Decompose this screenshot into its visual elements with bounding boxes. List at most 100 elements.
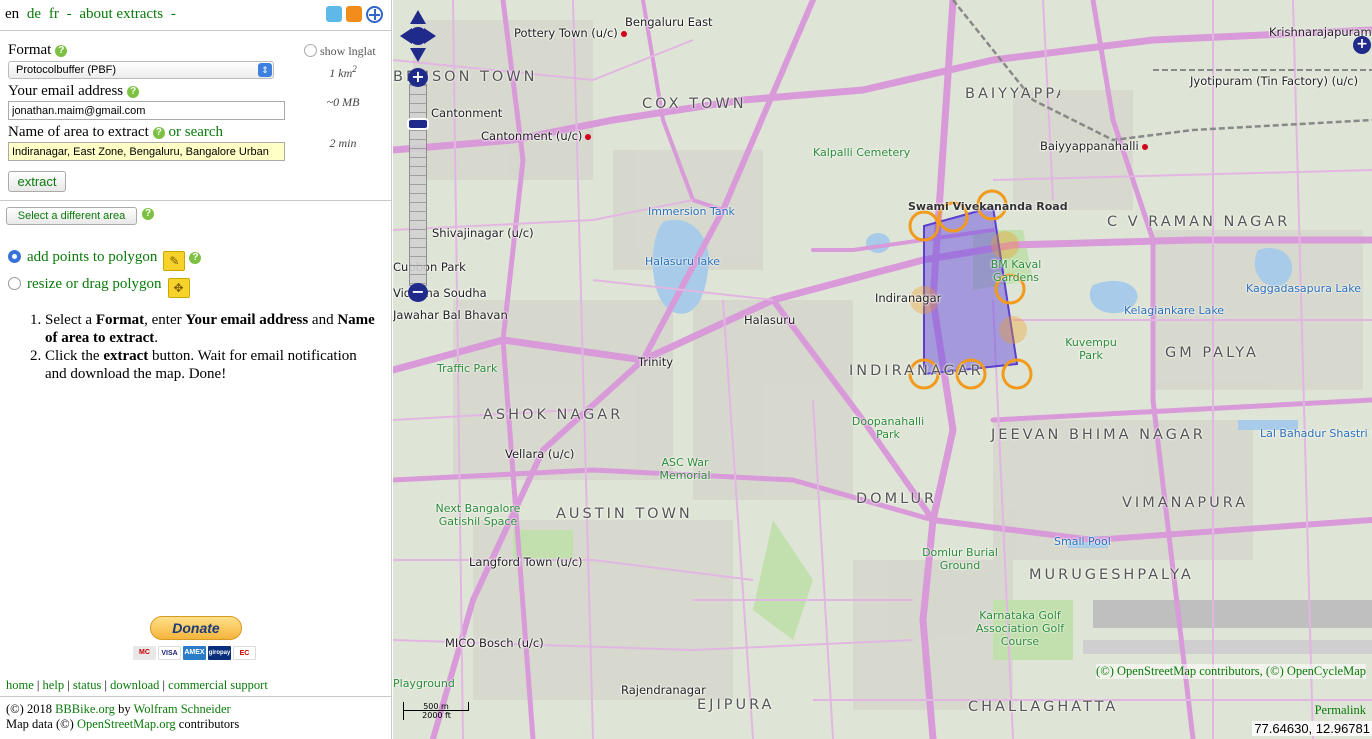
pan-right-icon[interactable] xyxy=(424,28,436,44)
lang-fr-link[interactable]: fr xyxy=(49,6,59,22)
water-label: Immersion Tank xyxy=(648,205,735,218)
or-search-link[interactable]: or search xyxy=(169,124,224,140)
district-label: DOMLUR xyxy=(856,491,938,507)
map-attribution: (©) OpenStreetMap contributors, (©) Open… xyxy=(1096,664,1366,679)
map-label: Cubbon Park xyxy=(393,260,466,274)
instructions-list: Select a Format, enter Your email addres… xyxy=(10,311,382,383)
lang-de-link[interactable]: de xyxy=(27,6,41,22)
map-canvas[interactable]: Bengaluru East Pottery Town (u/c) Krishn… xyxy=(393,0,1372,739)
mapdata-text: Map data (©) xyxy=(6,717,74,731)
format-label: Format? xyxy=(8,42,68,59)
giropay-icon: giropay xyxy=(208,646,231,660)
help-icon[interactable]: ? xyxy=(189,252,202,264)
step-bold: extract xyxy=(103,348,149,364)
park-label: Kalpalli Cemetery xyxy=(813,146,911,159)
select-different-area-button[interactable]: Select a different area xyxy=(6,207,137,225)
about-extracts-link[interactable]: about extracts xyxy=(79,6,163,22)
map-label: Langford Town (u/c) xyxy=(469,555,583,569)
zoom-out-button[interactable]: − xyxy=(408,283,428,302)
pan-left-icon[interactable] xyxy=(400,28,412,44)
radio-icon[interactable] xyxy=(304,44,317,57)
help-icon[interactable]: ? xyxy=(142,208,154,220)
by-text: by xyxy=(118,702,131,716)
help-icon[interactable]: ? xyxy=(152,127,165,139)
area-size-value: 1 km xyxy=(329,66,353,80)
email-field[interactable] xyxy=(8,101,285,120)
map-label: Cantonment (u/c) xyxy=(481,129,592,143)
zoom-track[interactable] xyxy=(409,84,427,286)
footer-links: home | help | status | download | commer… xyxy=(6,678,268,692)
permalink-link[interactable]: Permalink xyxy=(1315,703,1366,718)
file-size: ~0 MB xyxy=(326,95,360,109)
extract-button[interactable]: extract xyxy=(8,171,66,192)
show-lnglat-toggle[interactable]: show lnglat xyxy=(304,44,376,59)
sidebar: en de fr - about extracts - Format? show… xyxy=(0,0,392,739)
email-label: Your email address? xyxy=(8,83,140,100)
help-icon[interactable]: ? xyxy=(127,86,140,98)
pan-up-icon[interactable] xyxy=(410,10,426,24)
map-label: Halasuru xyxy=(744,313,796,327)
show-lnglat-label: show lnglat xyxy=(320,44,376,58)
layer-switcher-icon[interactable]: + xyxy=(1353,36,1371,54)
author-link[interactable]: Wolfram Schneider xyxy=(133,702,230,716)
bbbike-link[interactable]: BBBike.org xyxy=(55,702,115,716)
chevron-down-icon[interactable]: ⇕ xyxy=(258,63,272,77)
download-link[interactable]: download xyxy=(110,678,159,692)
osm-link[interactable]: OpenStreetMap.org xyxy=(77,717,176,731)
district-label: EJIPURA xyxy=(697,697,775,713)
zoom-slider-handle[interactable] xyxy=(407,118,429,130)
format-select[interactable]: Protocolbuffer (PBF) ⇕ xyxy=(8,61,274,79)
step-bold: Your email address xyxy=(185,312,309,328)
scale-metric: 500 m xyxy=(403,702,469,711)
area-name-label-text: Name of area to extract xyxy=(8,124,149,140)
pan-control xyxy=(400,10,436,62)
help-icon[interactable]: ? xyxy=(55,45,68,57)
social-icons xyxy=(326,6,383,23)
donate-button[interactable]: Donate xyxy=(150,616,242,640)
area-name-field[interactable] xyxy=(8,142,285,161)
osm-icon[interactable] xyxy=(366,6,383,23)
status-link[interactable]: status xyxy=(73,678,101,692)
ocm-attribution-link[interactable]: (©) OpenCycleMap xyxy=(1266,664,1366,678)
rss-icon[interactable] xyxy=(346,6,362,22)
park-label: BM Kaval Gardens xyxy=(990,258,1042,284)
map-label: Jyotipuram (Tin Factory) (u/c) xyxy=(1190,74,1359,88)
separator: - xyxy=(170,6,176,22)
map-label: Pottery Town (u/c) xyxy=(514,26,627,40)
osm-attribution-link[interactable]: (©) OpenStreetMap contributors xyxy=(1096,664,1260,678)
step-text: Select a xyxy=(45,312,96,328)
map-label: Bengaluru East xyxy=(625,15,713,29)
commercial-support-link[interactable]: commercial support xyxy=(168,678,268,692)
area-size: 1 km2 xyxy=(303,64,383,81)
step-text: and xyxy=(308,312,338,328)
step-text: . xyxy=(154,330,158,346)
resize-drag-option[interactable]: resize or drag polygon ✥ xyxy=(8,276,190,298)
district-label: C V RAMAN NAGAR xyxy=(1107,214,1291,230)
map-label: Trinity xyxy=(638,355,674,369)
help-link[interactable]: help xyxy=(43,678,65,692)
water-label: Kaggadasapura Lake xyxy=(1246,282,1361,295)
radio-icon[interactable] xyxy=(8,277,21,290)
payment-cards: MC VISA AMEX giropay EC xyxy=(133,646,256,660)
district-label: MURUGESHPALYA xyxy=(1029,567,1194,583)
park-label: Traffic Park xyxy=(437,362,498,375)
zoom-in-button[interactable]: + xyxy=(408,68,428,87)
water-label: Lal Bahadur Shastri C xyxy=(1260,427,1372,440)
map-label: Shivajinagar (u/c) xyxy=(432,226,534,240)
resize-drag-label: resize or drag polygon xyxy=(27,276,162,292)
credits: (©) 2018 BBBike.org by Wolfram Schneider… xyxy=(6,702,239,732)
pan-down-icon[interactable] xyxy=(410,48,426,62)
map-label: Rajendranagar xyxy=(621,683,706,697)
radio-selected-icon[interactable] xyxy=(8,250,21,263)
add-points-option[interactable]: add points to polygon ✎? xyxy=(8,249,202,271)
home-link[interactable]: home xyxy=(6,678,34,692)
twitter-icon[interactable] xyxy=(326,6,342,22)
park-label: Next Bangalore Gatishil Space xyxy=(435,502,521,528)
park-label: Kuvempu Park xyxy=(1065,336,1117,362)
map-label: Indiranagar xyxy=(875,291,942,305)
water-label: Halasuru lake xyxy=(645,255,721,268)
instruction-step-2: Click the extract button. Wait for email… xyxy=(45,347,382,383)
road-label: Swami Vivekananda Road xyxy=(908,200,1068,213)
step-text: , enter xyxy=(144,312,186,328)
email-label-text: Your email address xyxy=(8,83,124,99)
